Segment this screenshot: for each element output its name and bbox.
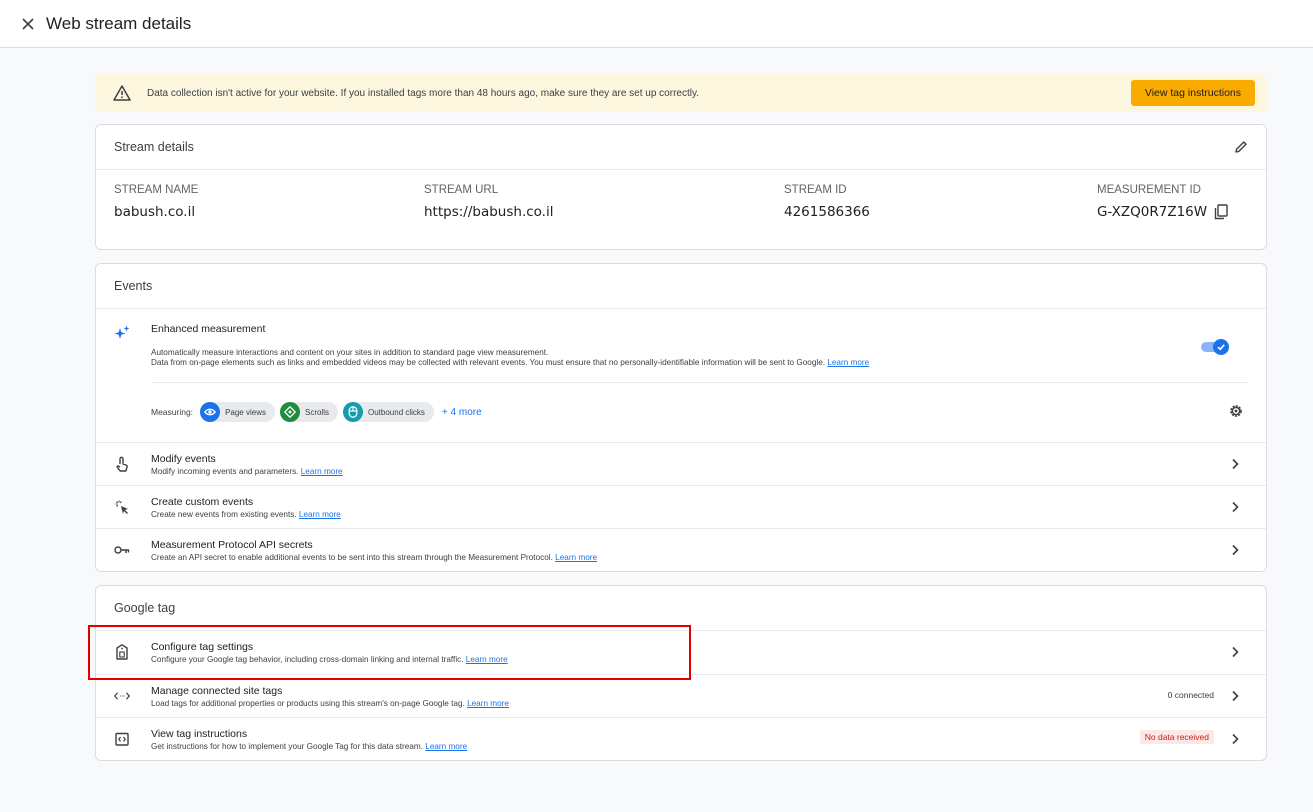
row-subtitle-text: Configure your Google tag behavior, incl… (151, 655, 464, 664)
stream-id-value: 4261586366 (784, 204, 870, 220)
click-icon (114, 499, 130, 515)
chevron-right-icon (1230, 732, 1240, 750)
warning-message: Data collection isn't active for your we… (147, 87, 699, 99)
key-icon (114, 542, 130, 558)
stream-url-value: https://babush.co.il (424, 204, 554, 220)
copy-icon[interactable] (1214, 204, 1228, 220)
stream-field-id: STREAM ID 4261586366 (784, 184, 870, 220)
enhanced-measurement-description: Automatically measure interactions and c… (151, 348, 1151, 368)
warning-banner: Data collection isn't active for your we… (95, 74, 1267, 112)
chip-page-views: Page views (200, 402, 275, 422)
chip-outbound-clicks: Outbound clicks (343, 402, 434, 422)
row-subtitle: Get instructions for how to implement yo… (151, 742, 467, 751)
events-header: Events (96, 264, 1266, 309)
modify-events-row[interactable]: Modify events Modify incoming events and… (96, 442, 1266, 485)
touch-icon (114, 456, 130, 472)
row-title: Measurement Protocol API secrets (151, 539, 313, 551)
chevron-right-icon (1230, 500, 1240, 518)
stream-name-label: STREAM NAME (114, 184, 199, 196)
stream-name-value: babush.co.il (114, 204, 196, 220)
google-tag-heading: Google tag (114, 601, 176, 615)
enhanced-measurement-section: Enhanced measurement Automatically measu… (96, 309, 1266, 442)
view-tag-instructions-button[interactable]: View tag instructions (1130, 80, 1255, 106)
row-subtitle-text: Create an API secret to enable additiona… (151, 553, 553, 562)
stream-field-measurement-id: MEASUREMENT ID G-XZQ0R7Z16W (1097, 184, 1228, 220)
learn-more-link[interactable]: Learn more (425, 742, 467, 751)
measuring-row: Measuring: Page views Scrolls Outbound c… (151, 401, 482, 423)
more-link[interactable]: + 4 more (442, 407, 482, 418)
stream-id-label: STREAM ID (784, 184, 847, 196)
row-subtitle-text: Load tags for additional properties or p… (151, 699, 465, 708)
row-subtitle: Create an API secret to enable additiona… (151, 553, 597, 562)
row-subtitle-text: Modify incoming events and parameters. (151, 467, 299, 476)
stream-url-label: STREAM URL (424, 184, 499, 196)
code-tag-icon (114, 731, 130, 747)
measurement-id-label: MEASUREMENT ID (1097, 184, 1201, 196)
main-content: Data collection isn't active for your we… (95, 74, 1267, 761)
edit-icon[interactable] (1234, 140, 1248, 154)
chevron-right-icon (1230, 543, 1240, 561)
enhanced-measurement-toggle[interactable] (1201, 339, 1229, 355)
page-title: Web stream details (46, 13, 192, 33)
mouse-icon (343, 402, 363, 422)
configure-tag-settings-row[interactable]: Configure tag settings Configure your Go… (96, 631, 1266, 674)
row-title: Create custom events (151, 496, 254, 508)
gear-icon[interactable] (1228, 403, 1244, 424)
chevron-right-icon (1230, 645, 1240, 663)
close-icon[interactable] (18, 14, 38, 34)
divider (151, 382, 1248, 383)
tag-icon (114, 644, 130, 660)
learn-more-link[interactable]: Learn more (555, 553, 597, 562)
manage-connected-site-tags-row[interactable]: Manage connected site tags Load tags for… (96, 674, 1266, 717)
row-title: Modify events (151, 453, 216, 465)
stream-details-heading: Stream details (114, 140, 194, 154)
row-subtitle-text: Get instructions for how to implement yo… (151, 742, 423, 751)
eye-icon (200, 402, 221, 422)
chevron-right-icon (1230, 689, 1240, 707)
stream-details-header: Stream details (96, 125, 1266, 170)
row-subtitle: Create new events from existing events. … (151, 510, 341, 519)
enhanced-desc-line1: Automatically measure interactions and c… (151, 348, 549, 357)
chip-label: Outbound clicks (368, 407, 425, 417)
row-title: Manage connected site tags (151, 685, 283, 697)
connected-count: 0 connected (1167, 690, 1214, 700)
row-subtitle: Load tags for additional properties or p… (151, 699, 509, 708)
measuring-label: Measuring: (151, 407, 194, 417)
chip-label: Scrolls (304, 407, 329, 417)
chip-label: Page views (225, 407, 266, 417)
chevron-right-icon (1230, 457, 1240, 475)
learn-more-link[interactable]: Learn more (466, 655, 508, 664)
enhanced-desc-line2: Data from on-page elements such as links… (151, 358, 826, 367)
enhanced-measurement-title: Enhanced measurement (151, 323, 266, 335)
learn-more-link[interactable]: Learn more (467, 699, 509, 708)
view-tag-instructions-row[interactable]: View tag instructions Get instructions f… (96, 717, 1266, 760)
events-card: Events Enhanced measurement Automaticall… (95, 263, 1267, 572)
row-subtitle: Modify incoming events and parameters. L… (151, 467, 343, 476)
row-title: Configure tag settings (151, 641, 254, 653)
events-heading: Events (114, 279, 153, 293)
chip-scrolls: Scrolls (279, 402, 338, 422)
sparkle-icon (114, 325, 130, 346)
measurement-protocol-row[interactable]: Measurement Protocol API secrets Create … (96, 528, 1266, 571)
warning-icon (113, 83, 133, 103)
measurement-id-value: G-XZQ0R7Z16W (1097, 204, 1208, 220)
enhanced-learn-more-link[interactable]: Learn more (827, 358, 869, 367)
status-badge: No data received (1139, 730, 1214, 744)
top-bar: Web stream details (0, 0, 1313, 48)
scroll-icon (279, 402, 300, 422)
row-title: View tag instructions (151, 728, 248, 740)
google-tag-header: Google tag (96, 586, 1266, 631)
row-subtitle: Configure your Google tag behavior, incl… (151, 655, 508, 664)
learn-more-link[interactable]: Learn more (301, 467, 343, 476)
stream-field-name: STREAM NAME babush.co.il (114, 184, 198, 220)
google-tag-card: Google tag Configure tag settings Config… (95, 585, 1267, 761)
stream-field-url: STREAM URL https://babush.co.il (424, 184, 553, 220)
row-subtitle-text: Create new events from existing events. (151, 510, 297, 519)
create-custom-events-row[interactable]: Create custom events Create new events f… (96, 485, 1266, 528)
code-arrows-icon (114, 688, 130, 704)
stream-details-card: Stream details STREAM NAME babush.co.il … (95, 124, 1267, 250)
learn-more-link[interactable]: Learn more (299, 510, 341, 519)
